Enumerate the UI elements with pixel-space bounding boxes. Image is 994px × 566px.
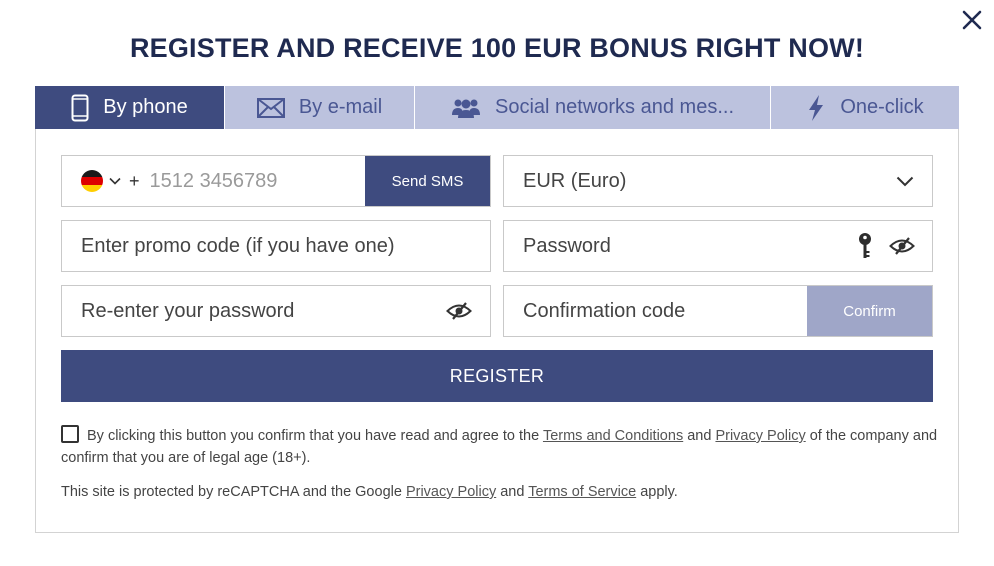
repeat-password-field[interactable]: Re-enter your password	[61, 285, 491, 337]
chevron-down-icon	[896, 176, 914, 187]
register-button[interactable]: REGISTER	[61, 350, 933, 402]
terms-of-service-link[interactable]: Terms of Service	[528, 484, 636, 500]
agreement-text-part: and	[683, 428, 716, 444]
confirmation-code-field[interactable]: Confirmation code Confirm	[503, 285, 933, 337]
phone-prefix: +	[129, 170, 140, 191]
tab-label: By e-mail	[298, 96, 383, 118]
lightning-icon	[806, 94, 826, 122]
tab-label: One-click	[840, 96, 924, 118]
recaptcha-text-part: This site is protected by reCAPTCHA and …	[61, 484, 406, 500]
privacy-policy-link[interactable]: Privacy Policy	[715, 428, 805, 444]
phone-icon	[71, 94, 89, 122]
currency-value: EUR (Euro)	[523, 169, 627, 192]
send-sms-button[interactable]: Send SMS	[365, 156, 490, 206]
tab-by-phone[interactable]: By phone	[35, 86, 225, 129]
tab-social-networks[interactable]: Social networks and mes...	[415, 86, 771, 129]
repeat-password-placeholder: Re-enter your password	[81, 299, 295, 322]
confirmation-code-placeholder: Confirmation code	[523, 299, 686, 322]
eye-hidden-icon[interactable]	[889, 236, 915, 256]
close-icon	[962, 10, 982, 30]
agreement-text-part: By clicking this button you confirm that…	[87, 428, 543, 444]
phone-field: + Send SMS	[61, 155, 491, 207]
terms-link[interactable]: Terms and Conditions	[543, 428, 683, 444]
tab-by-email[interactable]: By e-mail	[225, 86, 415, 129]
users-icon	[451, 97, 481, 119]
chevron-down-icon[interactable]	[109, 177, 121, 185]
eye-hidden-icon[interactable]	[446, 301, 472, 321]
confirm-button[interactable]: Confirm	[807, 286, 932, 336]
tab-one-click[interactable]: One-click	[771, 86, 959, 129]
currency-select[interactable]: EUR (Euro)	[503, 155, 933, 207]
agreement-text: By clicking this button you confirm that…	[61, 425, 946, 469]
promo-code-field[interactable]: Enter promo code (if you have one)	[61, 220, 491, 272]
recaptcha-notice: This site is protected by reCAPTCHA and …	[61, 481, 946, 503]
envelope-icon	[256, 97, 285, 118]
google-privacy-link[interactable]: Privacy Policy	[406, 484, 496, 500]
registration-tabs: By phone By e-mail Social networks and m…	[35, 86, 959, 129]
recaptcha-text-part: apply.	[636, 484, 678, 500]
password-field[interactable]: Password	[503, 220, 933, 272]
password-placeholder: Password	[523, 234, 611, 257]
key-icon[interactable]	[858, 232, 872, 260]
phone-input[interactable]	[149, 169, 340, 193]
page-title: REGISTER AND RECEIVE 100 EUR BONUS RIGHT…	[129, 33, 865, 63]
tab-label: By phone	[103, 96, 188, 118]
close-button[interactable]	[960, 8, 984, 32]
promo-code-placeholder: Enter promo code (if you have one)	[81, 234, 395, 257]
recaptcha-text-part: and	[496, 484, 529, 500]
tab-label: Social networks and mes...	[495, 96, 734, 118]
germany-flag-icon[interactable]	[81, 170, 103, 192]
